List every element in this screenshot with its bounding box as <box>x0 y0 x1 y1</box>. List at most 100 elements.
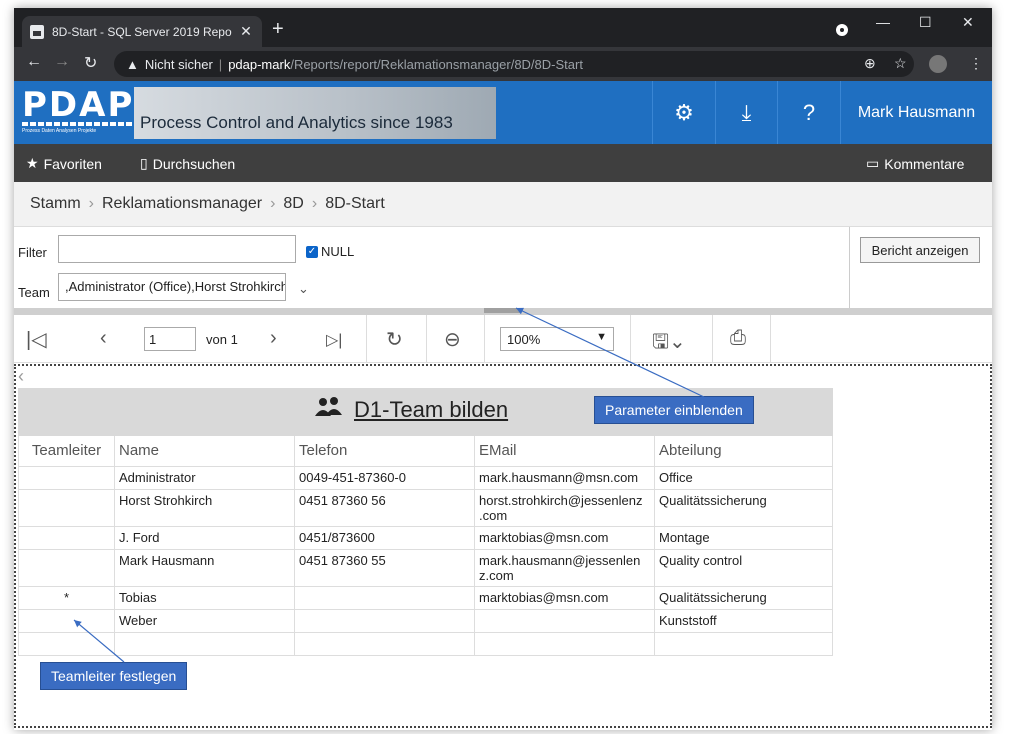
show-report-button[interactable]: Bericht anzeigen <box>860 237 980 263</box>
pdap-logo[interactable]: PDAP Prozess Daten Analysen Projekte <box>22 85 135 135</box>
zoom-value: 100% <box>507 332 541 347</box>
chevron-right-icon: › <box>270 195 276 212</box>
toolbar-separator <box>366 315 367 363</box>
url-host: pdap-mark <box>228 56 291 72</box>
col-name: Name <box>114 436 295 467</box>
tab-title: 8D-Start - SQL Server 2019 Repo <box>52 24 232 39</box>
col-abteilung: Abteilung <box>654 436 833 467</box>
table-row <box>18 631 833 656</box>
cell-telefon: 0451/873600 <box>294 525 475 550</box>
favorites-link[interactable]: ★ Favoriten <box>26 155 102 172</box>
new-tab-button[interactable]: + <box>272 18 284 41</box>
comments-label: Kommentare <box>884 155 965 172</box>
zoom-magnifier-icon[interactable]: ⊕ <box>864 55 876 72</box>
user-menu[interactable]: Mark Hausmann <box>840 81 992 144</box>
table-row: Weber Kunststoff <box>18 608 833 633</box>
browse-link[interactable]: ▯ Durchsuchen <box>140 155 235 172</box>
cell-abteilung <box>654 631 833 656</box>
browse-label: Durchsuchen <box>152 155 236 172</box>
team-label: Team <box>18 285 50 300</box>
close-window-button[interactable]: ✕ <box>962 8 974 36</box>
settings-button[interactable]: ⚙ <box>652 81 715 144</box>
cell-teamleiter[interactable] <box>18 631 115 656</box>
breadcrumb-item-reklamationsmanager[interactable]: Reklamationsmanager <box>102 195 262 213</box>
nav-bar: ★ Favoriten ▯ Durchsuchen ▭ Kommentare <box>14 144 992 182</box>
back-arrow-icon[interactable]: ← <box>26 53 42 71</box>
download-icon: ⤓ <box>741 99 752 125</box>
cell-teamleiter[interactable]: * <box>18 585 115 610</box>
cell-teamleiter[interactable] <box>18 465 115 490</box>
null-label: NULL <box>321 244 355 259</box>
chevron-down-icon[interactable]: ⌄ <box>298 281 309 297</box>
page-number-input[interactable]: 1 <box>144 327 196 351</box>
extension-avatar-icon[interactable] <box>929 55 947 73</box>
null-checkbox[interactable]: ✓ NULL <box>306 244 354 259</box>
profile-icon[interactable] <box>836 24 848 36</box>
last-page-icon[interactable]: ▷| <box>326 330 342 350</box>
cell-name: J. Ford <box>114 525 295 550</box>
banner-text: Process Control and Analytics since 1983 <box>140 113 453 132</box>
tab-bar: 8D-Start - SQL Server 2019 Repo ✕ + — ☐ … <box>14 8 992 47</box>
previous-page-icon[interactable]: ‹ <box>100 327 107 350</box>
forward-arrow-icon[interactable]: → <box>54 53 70 71</box>
collapse-arrow-icon[interactable]: ‹ <box>18 366 24 387</box>
cell-abteilung: Montage <box>654 525 833 550</box>
report-title[interactable]: D1-Team bilden <box>314 396 508 424</box>
cell-telefon: 0451 87360 55 <box>294 548 475 587</box>
help-button[interactable]: ? <box>777 81 840 144</box>
refresh-icon[interactable]: ↻ <box>386 327 403 352</box>
url-path: /Reports/report/Reklamationsmanager/8D/8… <box>290 56 583 72</box>
cell-name: Weber <box>114 608 295 633</box>
tab-close-icon[interactable]: ✕ <box>238 23 254 40</box>
param-splitter[interactable] <box>14 308 992 315</box>
next-page-icon[interactable]: › <box>270 327 277 350</box>
cell-abteilung: Quality control <box>654 548 833 587</box>
save-export-icon[interactable]: 🖫⌄ <box>652 327 686 361</box>
breadcrumb-item-stamm[interactable]: Stamm <box>30 195 81 213</box>
chevron-down-icon: ▼ <box>596 331 607 343</box>
toolbar-separator <box>426 315 427 363</box>
comments-link[interactable]: ▭ Kommentare <box>866 155 964 172</box>
team-select[interactable]: ,Administrator (Office),Horst Strohkirch <box>58 273 286 301</box>
chevron-right-icon: › <box>88 195 94 212</box>
first-page-icon[interactable]: |◁ <box>26 327 47 352</box>
logo-text: PDAP <box>22 85 135 125</box>
team-table-wrap: Teamleiter Name Telefon EMail Abteilung … <box>18 436 833 656</box>
cell-abteilung: Office <box>654 465 833 490</box>
print-icon[interactable]: ⎙ <box>730 327 746 350</box>
callout-teamleiter-festlegen: Teamleiter festlegen <box>40 662 188 690</box>
cell-teamleiter[interactable] <box>18 525 115 550</box>
reload-icon[interactable]: ↻ <box>84 53 97 73</box>
cell-teamleiter[interactable] <box>18 608 115 633</box>
cell-teamleiter[interactable] <box>18 488 115 527</box>
download-button[interactable]: ⤓ <box>715 81 777 144</box>
splitter-grip[interactable] <box>484 308 520 313</box>
address-bar: ← → ↻ ▲ Nicht sicher | pdap-mark /Report… <box>14 47 992 81</box>
breadcrumb-item-8d[interactable]: 8D <box>283 195 303 213</box>
col-telefon: Telefon <box>294 436 475 467</box>
zoom-select[interactable]: 100% ▼ <box>500 327 614 351</box>
star-bookmark-icon[interactable]: ☆ <box>894 55 907 72</box>
maximize-button[interactable]: ☐ <box>919 8 932 36</box>
help-icon: ? <box>802 99 816 125</box>
cell-abteilung: Qualitätssicherung <box>654 585 833 610</box>
back-to-parent-icon[interactable]: ⊖ <box>444 327 461 352</box>
checkmark-icon: ✓ <box>306 245 318 258</box>
cell-teamleiter[interactable] <box>18 548 115 587</box>
cell-email: marktobias@msn.com <box>474 525 655 550</box>
cell-telefon <box>294 585 475 610</box>
cell-email: horst.strohkirch@jessenlenz .com <box>474 488 655 527</box>
banner: Process Control and Analytics since 1983 <box>134 87 496 139</box>
cell-telefon: 0451 87360 56 <box>294 488 475 527</box>
browser-window: 8D-Start - SQL Server 2019 Repo ✕ + — ☐ … <box>14 8 992 730</box>
cell-email: mark.hausmann@jessenlen z.com <box>474 548 655 587</box>
toolbar-separator <box>770 315 771 363</box>
cell-telefon <box>294 631 475 656</box>
cell-abteilung: Qualitätssicherung <box>654 488 833 527</box>
url-field[interactable]: ▲ Nicht sicher | pdap-mark /Reports/repo… <box>114 51 914 77</box>
filter-input[interactable] <box>58 235 296 263</box>
minimize-button[interactable]: — <box>876 8 890 36</box>
browser-menu-icon[interactable]: ⋮ <box>969 55 983 72</box>
table-row: J. Ford 0451/873600 marktobias@msn.com M… <box>18 525 833 550</box>
browser-tab[interactable]: 8D-Start - SQL Server 2019 Repo ✕ <box>22 16 262 47</box>
